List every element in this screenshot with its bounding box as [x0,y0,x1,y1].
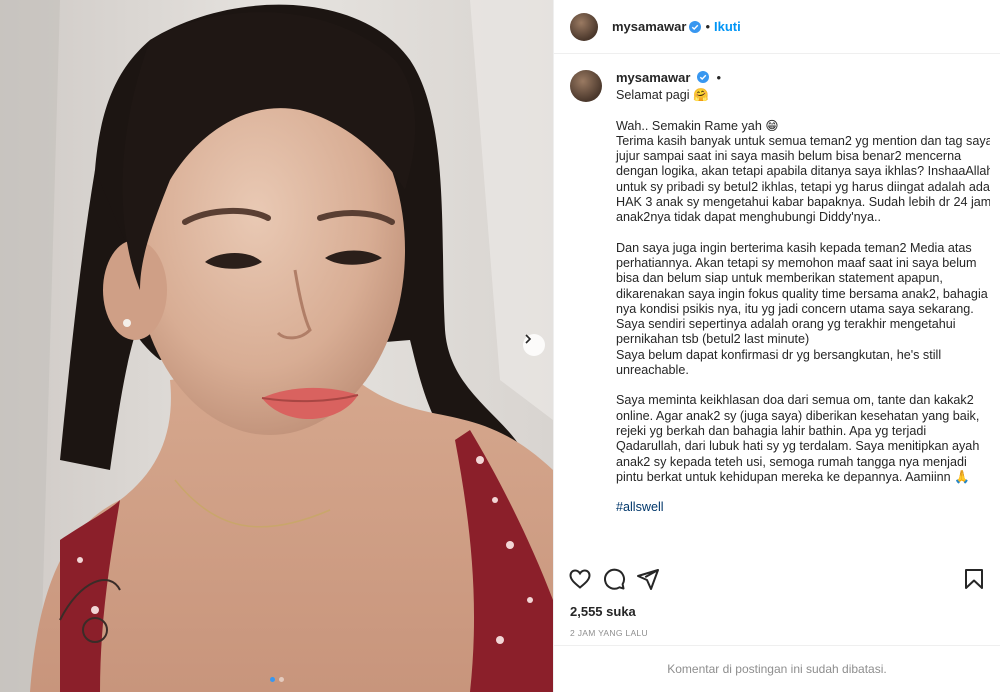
comment-icon[interactable] [602,567,626,591]
carousel-dot-active [269,677,275,682]
hashtag-link[interactable]: #allswell [616,500,986,515]
post-actions [568,566,986,592]
carousel-dot [278,677,284,682]
caption-username[interactable]: mysamawar [616,70,690,85]
post-caption: mysamawar • Selamat pagi 🤗 Wah.. Semakin… [570,70,990,558]
caption-line: Saya belum dapat konfirmasi dr yg bersan… [616,347,942,362]
post-photo[interactable] [0,0,553,692]
verified-badge-icon [689,20,702,33]
caption-separator: • [716,70,722,85]
follow-button[interactable]: Ikuti [714,19,741,34]
caption-line: perhatiannya. Akan tetapi sy memohon maa… [616,255,977,270]
comments-restricted-notice: Komentar di postingan ini sudah dibatasi… [554,645,1000,692]
caption-line: pernikahan tsb (betul2 last minute) [616,332,810,347]
caption-line: anak2 sy kepada teteh usi, semoga rumah … [616,454,967,469]
caption-line: pintu berkat untuk kehidupan mereka ke d… [616,469,970,484]
caption-line: Dan saya juga ingin berterima kasih kepa… [616,240,972,255]
caption-line: HAK 3 anak sy mengetahui kabar bapaknya.… [616,195,990,210]
caption-paragraph: Dan saya juga ingin berterima kasih kepa… [616,240,988,379]
caption-line: untuk sy pribadi sy betul2 ikhlas, tetap… [616,179,990,194]
caption-line: bisa dan belum siap untuk memberikan sta… [616,271,943,286]
post-header: mysamawar • Ikuti [554,0,1000,54]
selfie-image [0,0,553,692]
bookmark-icon[interactable] [962,567,986,591]
caption-line: Terima kasih banyak untuk semua teman2 y… [616,133,990,148]
caption-greeting: Selamat pagi 🤗 [616,88,709,103]
caption-line: Saya meminta keikhlasan doa dari semua o… [616,393,974,408]
likes-count[interactable]: 2,555 suka [570,604,636,619]
verified-badge-icon [696,71,709,83]
caption-line: anak2nya tidak dapat menghubungi Diddy'n… [616,210,881,225]
heart-icon[interactable] [568,567,592,591]
avatar[interactable] [570,12,598,41]
carousel-indicator [0,677,553,682]
caption-line: Wah.. Semakin Rame yah 😁 [616,118,779,133]
caption-line: online. Agar anak2 sy (juga saya) diberi… [616,408,980,423]
caption-line: dikarenakan saya ingin fokus quality tim… [616,286,988,301]
caption-line: nya kondisi psikis nya, itu yg jadi conc… [616,301,974,316]
chevron-right-icon [525,334,532,344]
header-separator: • [705,19,711,34]
post-side-panel: mysamawar • Ikuti mysamawar • Selamat pa… [553,0,1000,692]
caption-paragraph: Saya meminta keikhlasan doa dari semua o… [616,393,986,485]
caption-line: Saya sendiri sepertinya adalah orang yg … [616,317,956,332]
caption-paragraph: Wah.. Semakin Rame yah 😁 Terima kasih ban… [616,118,990,226]
caption-line: dengan logika, akan tetapi apabila ditan… [616,164,990,179]
share-icon[interactable] [636,567,660,591]
caption-line: Qadarullah, dari lubuk hati sy yg terdal… [616,439,980,454]
caption-line: rejeki yg berkah dan bahagia lahir bathi… [616,423,927,438]
caption-avatar[interactable] [570,70,602,102]
caption-line: jujur sampai saat ini saya masih belum b… [616,149,962,164]
post-timestamp[interactable]: 2 JAM YANG LALU [570,628,648,638]
header-username[interactable]: mysamawar [612,19,686,34]
next-photo-button[interactable] [523,334,545,356]
caption-line: unreachable. [616,363,689,378]
